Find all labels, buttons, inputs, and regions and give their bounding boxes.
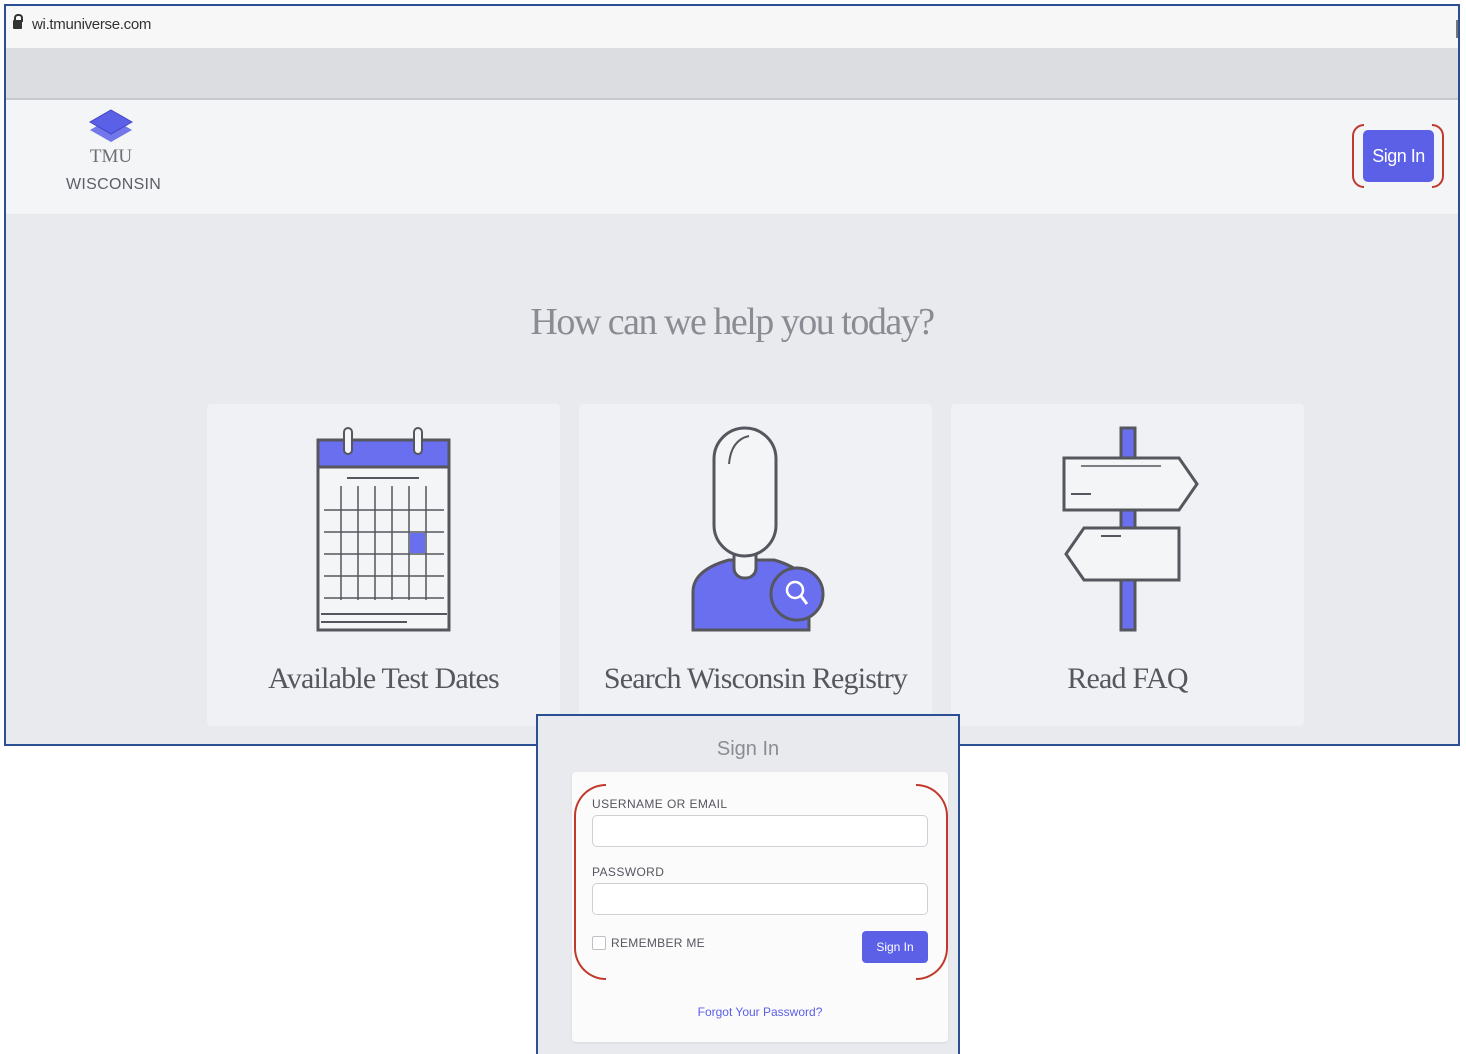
site-logo[interactable]: TMU WISCONSIN (66, 104, 162, 194)
card-title: Read FAQ (1067, 662, 1188, 695)
card-title: Search Wisconsin Registry (603, 662, 908, 695)
calendar-icon (316, 427, 451, 632)
sign-in-form: USERNAME OR EMAIL PASSWORD REMEMBER ME S… (572, 772, 948, 1042)
graduation-cap-icon (88, 109, 134, 142)
sign-in-submit-button[interactable]: Sign In (862, 931, 928, 963)
forgot-password-link[interactable]: Forgot Your Password? (572, 1005, 948, 1019)
remember-me-label: REMEMBER ME (611, 936, 705, 950)
logo-wisconsin-text: WISCONSIN (66, 176, 162, 193)
signpost-icon (1062, 426, 1199, 632)
browser-window: wi.tmuniverse.com TMU WISCONSIN Sign In … (4, 4, 1460, 746)
header-sign-in-button[interactable]: Sign In (1363, 130, 1434, 182)
card-available-test-dates[interactable]: Available Test Dates (207, 404, 560, 726)
url-text[interactable]: wi.tmuniverse.com (32, 16, 151, 33)
sign-in-panel: Sign In USERNAME OR EMAIL PASSWORD REMEM… (536, 714, 960, 1054)
username-label: USERNAME OR EMAIL (592, 797, 728, 811)
site-header: TMU WISCONSIN Sign In (6, 100, 1458, 214)
address-bar-edge (1456, 20, 1458, 38)
logo-tmu-text: TMU (89, 146, 133, 167)
username-input[interactable] (592, 815, 928, 847)
browser-toolbar (6, 48, 1458, 100)
lock-icon (13, 14, 23, 29)
remember-me[interactable]: REMEMBER ME (592, 936, 705, 950)
card-read-faq[interactable]: Read FAQ (951, 404, 1304, 726)
password-label: PASSWORD (592, 865, 665, 879)
sign-in-title: Sign In (716, 738, 780, 760)
remember-me-checkbox[interactable] (592, 936, 606, 950)
card-search-registry[interactable]: Search Wisconsin Registry (579, 404, 932, 726)
password-input[interactable] (592, 883, 928, 915)
person-search-icon (691, 426, 825, 632)
highlight-bracket-left (574, 784, 606, 980)
address-bar[interactable]: wi.tmuniverse.com (6, 6, 1458, 48)
page-heading: How can we help you today? (530, 301, 935, 343)
main-content: How can we help you today? Available Tes… (6, 214, 1458, 744)
card-title: Available Test Dates (268, 662, 500, 695)
